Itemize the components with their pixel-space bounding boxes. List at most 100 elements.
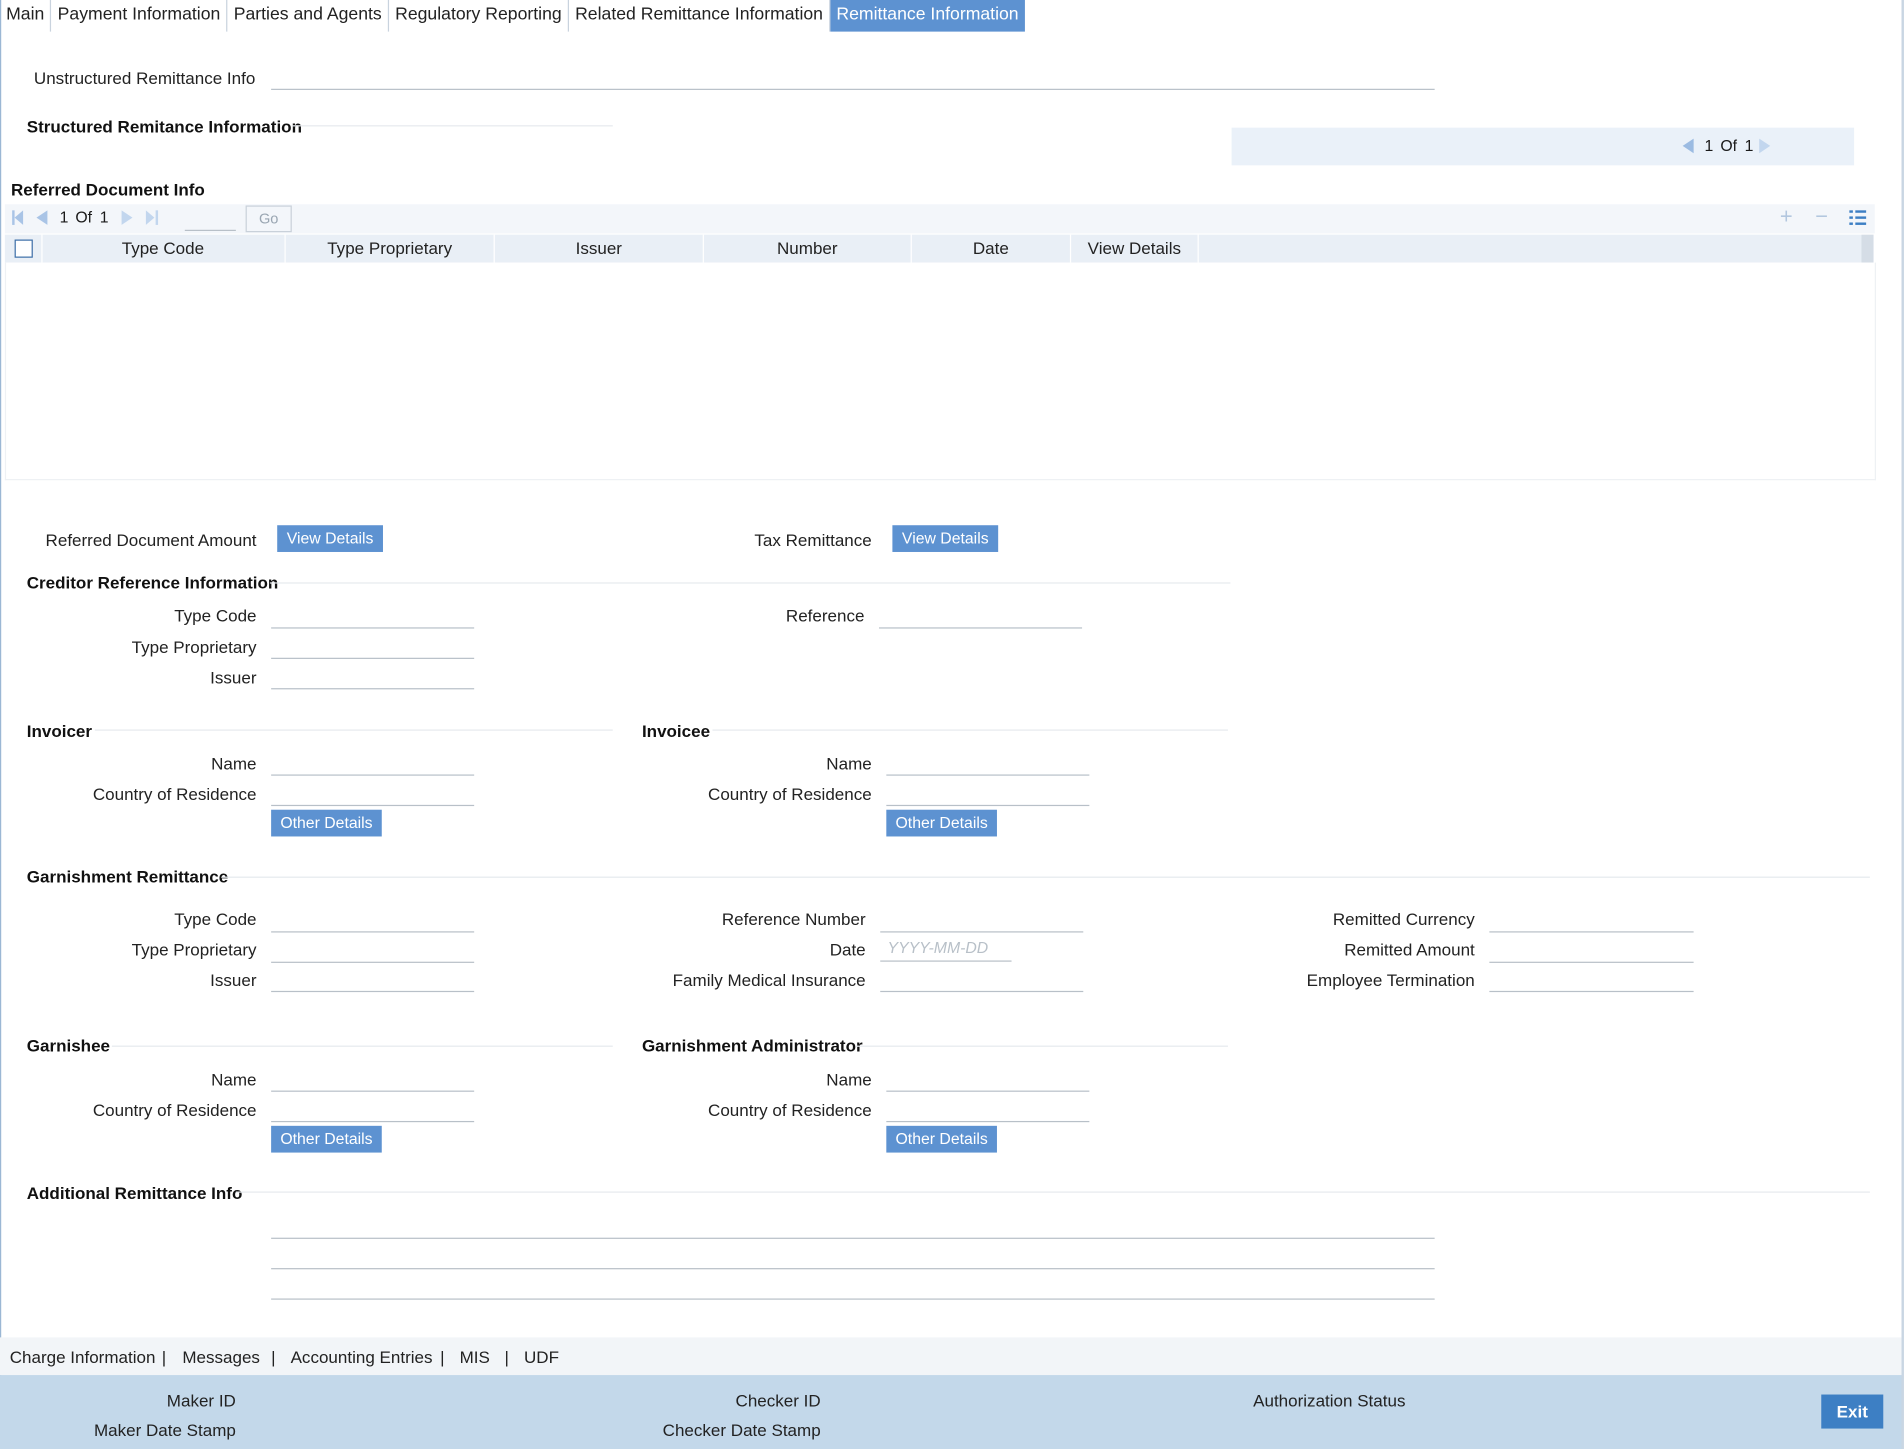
invoicer-other-details-button[interactable]: Other Details — [271, 809, 382, 837]
link-udf[interactable]: UDF — [524, 1347, 559, 1366]
go-button[interactable]: Go — [245, 205, 292, 233]
grid-scrollbar[interactable] — [1861, 234, 1874, 263]
list-view-icon[interactable] — [1849, 209, 1867, 230]
employee-termination-input[interactable] — [1489, 965, 1694, 993]
garnishment-admin-country-label: Country of Residence — [708, 1100, 872, 1120]
tab-payment-information[interactable]: Payment Information — [52, 0, 228, 32]
referred-amount-view-details-button[interactable]: View Details — [277, 525, 383, 552]
creditor-type-code-input[interactable] — [271, 601, 475, 629]
first-page-icon-arrow[interactable] — [14, 210, 24, 225]
footer-links-bar: Charge Information | Messages | Accounti… — [0, 1337, 1902, 1376]
col-issuer[interactable]: Issuer — [495, 234, 704, 263]
garnishment-date-label: Date — [829, 939, 866, 960]
tax-remittance-view-details-button[interactable]: View Details — [892, 525, 999, 552]
grid-page-input[interactable] — [184, 205, 236, 232]
creditor-type-proprietary-input[interactable] — [271, 632, 475, 659]
section-divider — [291, 125, 613, 127]
creditor-type-proprietary-label: Type Proprietary — [131, 637, 257, 657]
remittance-information-page: Main Payment Information Parties and Age… — [0, 0, 1904, 1449]
invoicer-country-input[interactable] — [271, 779, 475, 807]
link-accounting-entries[interactable]: Accounting Entries — [291, 1347, 433, 1366]
creditor-issuer-input[interactable] — [271, 662, 475, 690]
garnishment-issuer-input[interactable] — [271, 965, 475, 993]
left-border — [0, 0, 2, 1449]
invoicee-country-input[interactable] — [886, 779, 1090, 807]
tab-main[interactable]: Main — [0, 0, 52, 32]
garnishment-admin-name-label: Name — [826, 1069, 872, 1090]
remitted-currency-label: Remitted Currency — [1332, 909, 1475, 929]
creditor-issuer-label: Issuer — [210, 667, 257, 687]
garnishment-issuer-label: Issuer — [210, 970, 257, 990]
garnishee-country-label: Country of Residence — [92, 1100, 257, 1120]
additional-remittance-input-1[interactable] — [271, 1212, 1435, 1239]
remitted-amount-input[interactable] — [1489, 936, 1694, 963]
link-mis[interactable]: MIS — [460, 1347, 490, 1366]
link-separator: | — [440, 1347, 445, 1367]
grid-toolbar: 1 Of 1 Go + − — [4, 204, 1875, 234]
last-page-icon[interactable] — [145, 210, 155, 225]
section-divider — [111, 1045, 613, 1047]
tab-regulatory-reporting[interactable]: Regulatory Reporting — [389, 0, 569, 32]
tab-parties-and-agents[interactable]: Parties and Agents — [228, 0, 390, 32]
grid-header: Type Code Type Proprietary Issuer Number… — [4, 234, 1862, 263]
garnishment-admin-name-input[interactable] — [886, 1065, 1090, 1092]
garnishee-country-input[interactable] — [271, 1095, 475, 1123]
pager-next-icon[interactable] — [1759, 138, 1771, 154]
creditor-reference-input[interactable] — [879, 601, 1083, 629]
garnishment-reference-number-input[interactable] — [880, 905, 1084, 933]
pager-prev-icon[interactable] — [1682, 138, 1694, 154]
structured-remittance-title: Structured Remitance Information — [26, 116, 302, 137]
unstructured-remittance-input[interactable] — [271, 63, 1435, 90]
pager-of: Of — [1720, 136, 1738, 155]
select-all-cell — [5, 234, 43, 263]
col-type-code[interactable]: Type Code — [41, 234, 286, 263]
unstructured-remittance-label: Unstructured Remittance Info — [33, 68, 256, 88]
additional-remittance-input-2[interactable] — [271, 1242, 1435, 1270]
section-divider — [855, 1045, 1228, 1047]
pager-current: 1 — [1704, 136, 1714, 155]
creditor-reference-title: Creditor Reference Information — [26, 572, 279, 593]
prev-page-icon[interactable] — [36, 210, 48, 225]
invoicee-other-details-button[interactable]: Other Details — [886, 809, 997, 837]
next-page-icon[interactable] — [121, 210, 133, 225]
tab-related-remittance-information[interactable]: Related Remittance Information — [569, 0, 831, 32]
garnishment-date-input[interactable] — [880, 934, 1012, 962]
garnishment-admin-other-details-button[interactable]: Other Details — [886, 1125, 997, 1153]
link-charge-information[interactable]: Charge Information — [10, 1347, 156, 1366]
structured-pager: 1 Of 1 — [1231, 127, 1855, 166]
maker-date-stamp-label: Maker Date Stamp — [93, 1420, 236, 1440]
garnishment-admin-country-input[interactable] — [886, 1095, 1090, 1123]
additional-remittance-input-3[interactable] — [271, 1272, 1435, 1300]
family-medical-insurance-input[interactable] — [880, 965, 1084, 993]
garnishee-name-label: Name — [211, 1069, 257, 1090]
garnishment-type-code-input[interactable] — [271, 905, 475, 933]
exit-button[interactable]: Exit — [1821, 1394, 1884, 1429]
add-row-icon[interactable]: + — [1780, 204, 1793, 230]
col-date[interactable]: Date — [912, 234, 1072, 263]
garnishment-type-proprietary-input[interactable] — [271, 936, 475, 963]
employee-termination-label: Employee Termination — [1306, 970, 1475, 990]
garnishee-other-details-button[interactable]: Other Details — [271, 1125, 382, 1153]
invoicer-name-input[interactable] — [271, 748, 475, 776]
last-page-icon-bar[interactable] — [155, 210, 159, 225]
invoicee-name-input[interactable] — [886, 748, 1090, 776]
garnishee-name-input[interactable] — [271, 1065, 475, 1092]
invoicee-country-label: Country of Residence — [708, 784, 872, 804]
pager-total: 1 — [1744, 136, 1754, 155]
link-messages[interactable]: Messages — [182, 1347, 260, 1366]
col-number[interactable]: Number — [704, 234, 912, 263]
remitted-currency-input[interactable] — [1489, 905, 1694, 933]
creditor-type-code-label: Type Code — [174, 605, 257, 625]
delete-row-icon[interactable]: − — [1815, 204, 1828, 230]
link-separator: | — [504, 1347, 509, 1367]
section-divider — [712, 729, 1228, 731]
audit-status-bar: Maker ID Maker Date Stamp Checker ID Che… — [0, 1375, 1902, 1449]
invoicee-name-label: Name — [826, 753, 872, 774]
tab-remittance-information[interactable]: Remittance Information — [830, 0, 1025, 32]
col-view-details[interactable]: View Details — [1071, 234, 1199, 263]
referred-document-title: Referred Document Info — [10, 179, 205, 200]
garnishment-remittance-title: Garnishment Remittance — [26, 866, 229, 887]
select-all-checkbox[interactable] — [14, 239, 33, 258]
invoicer-title: Invoicer — [26, 720, 93, 741]
col-type-proprietary[interactable]: Type Proprietary — [286, 234, 495, 263]
